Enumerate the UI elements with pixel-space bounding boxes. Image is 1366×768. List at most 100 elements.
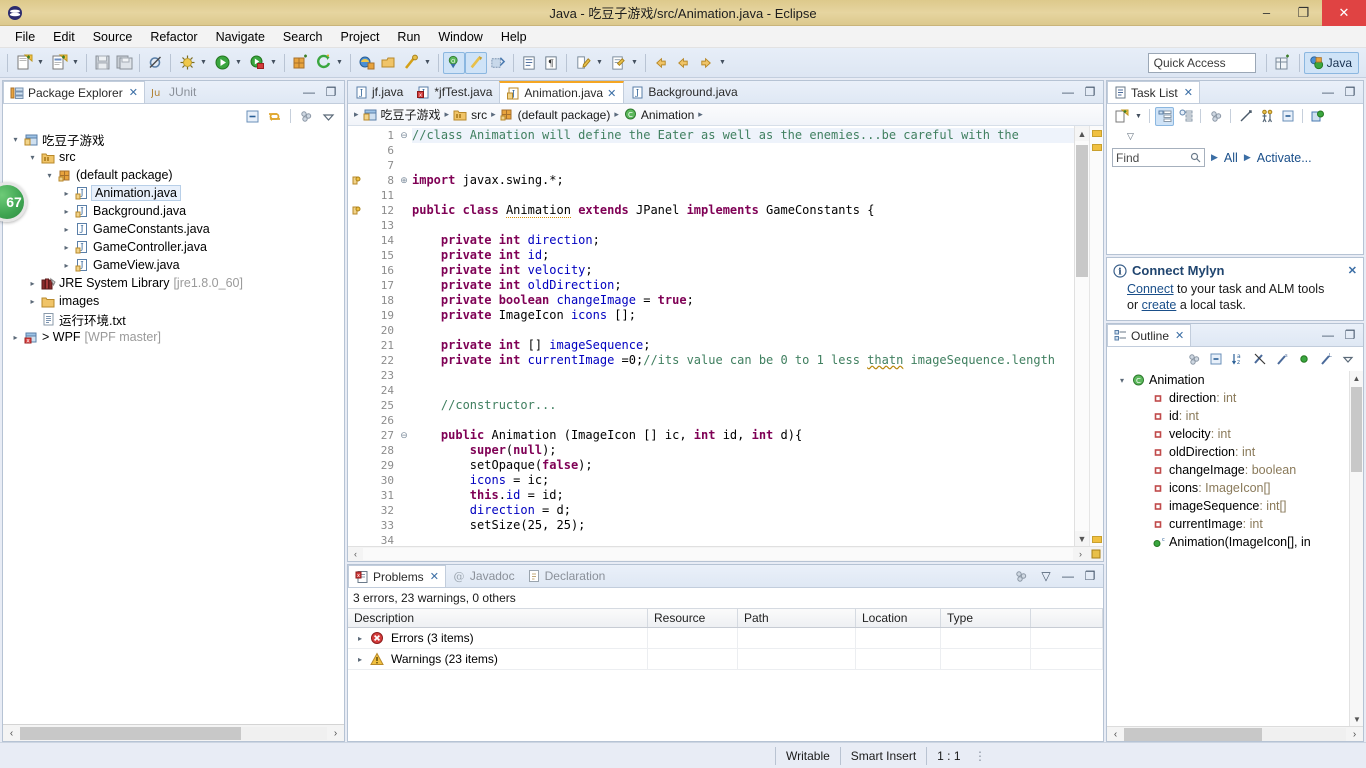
link-with-editor-icon[interactable]	[265, 107, 284, 126]
code-line[interactable]: private int oldDirection;	[412, 278, 1074, 293]
search-icon[interactable]	[1190, 152, 1201, 163]
tree-item-backgroundjava[interactable]: ▸ J Background.java	[3, 202, 344, 220]
tab-package-explorer[interactable]: Package Explorer ✕	[3, 81, 145, 103]
outline-item-animation[interactable]: ▾ C Animation	[1107, 371, 1363, 389]
editor-breadcrumb[interactable]: ▸ 吃豆子游戏 ▸ src ▸ (default package) ▸ C Animation ▸	[348, 104, 1103, 126]
new-task-icon[interactable]	[1112, 107, 1131, 126]
code-line[interactable]: import javax.swing.*;	[412, 173, 1074, 188]
outline-item-animationimageiconin[interactable]: c Animation(ImageIcon[], in	[1107, 533, 1363, 551]
task-activate-link[interactable]: Activate...	[1257, 151, 1312, 165]
external-tools-icon[interactable]	[312, 52, 334, 74]
expand-arrow-icon[interactable]: ▸	[60, 189, 73, 198]
fold-toggle-icon[interactable]	[398, 233, 410, 248]
editor-tab-animationjava[interactable]: J Animation.java ✕	[499, 81, 625, 103]
scroll-up-icon[interactable]: ▲	[1075, 126, 1089, 141]
scroll-down-icon[interactable]: ▼	[1075, 531, 1089, 546]
new-task-dropdown-icon[interactable]: ▼	[1133, 106, 1144, 126]
tree-item-gameconstantsjava[interactable]: ▸ J GameConstants.java	[3, 220, 344, 238]
forward-history-icon[interactable]	[672, 52, 694, 74]
fold-toggle-icon[interactable]	[398, 368, 410, 383]
fold-toggle-icon[interactable]	[398, 248, 410, 263]
focus-icon[interactable]	[1184, 350, 1203, 369]
view-menu-icon[interactable]	[1012, 567, 1031, 586]
code-editor[interactable]: 1 6 7 8 11 12 13 14 15 16 17 18 19 20 21 22 23 24 25 26 27 28…	[348, 126, 1103, 547]
expand-arrow-icon[interactable]: ▸	[26, 279, 39, 288]
menu-source[interactable]: Source	[84, 26, 142, 48]
code-line[interactable]: private int id;	[412, 248, 1074, 263]
outline-item-olddirection[interactable]: oldDirection : int	[1107, 443, 1363, 461]
column-header-resource[interactable]: Resource	[648, 609, 738, 627]
task-presentation-icon[interactable]	[1308, 107, 1327, 126]
minimize-editor-icon[interactable]: —	[1061, 85, 1075, 99]
expand-arrow-icon[interactable]: ▸	[354, 655, 366, 664]
mylyn-connect-link[interactable]: Connect	[1127, 282, 1174, 296]
new-wizard-icon[interactable]	[13, 52, 35, 74]
code-line[interactable]	[412, 413, 1074, 428]
breadcrumb-arrow-icon[interactable]: ▸	[352, 109, 361, 120]
fold-toggle-icon[interactable]	[398, 533, 410, 548]
close-icon[interactable]: ✕	[1348, 264, 1357, 277]
tree-item-wpf[interactable]: ▸ x > WPF [WPF master]	[3, 328, 344, 346]
code-line[interactable]: //constructor...	[412, 398, 1074, 413]
view-menu-icon[interactable]	[297, 107, 316, 126]
schedule-icon[interactable]	[1176, 107, 1195, 126]
scroll-track[interactable]	[1075, 141, 1089, 531]
tree-item-defaultpackage[interactable]: ▾ (default package)	[3, 166, 344, 184]
external-tools-dropdown-icon[interactable]: ▼	[334, 53, 345, 73]
minimize-button[interactable]: –	[1248, 0, 1285, 26]
outline-item-icons[interactable]: icons : ImageIcon[]	[1107, 479, 1363, 497]
scroll-right-icon[interactable]: ›	[1073, 549, 1088, 559]
overview-warning-marker[interactable]	[1092, 144, 1102, 151]
menu-search[interactable]: Search	[274, 26, 332, 48]
column-header-location[interactable]: Location	[856, 609, 941, 627]
code-line[interactable]: private int velocity;	[412, 263, 1074, 278]
fold-toggle-icon[interactable]	[398, 308, 410, 323]
menu-run[interactable]: Run	[388, 26, 429, 48]
fold-toggle-icon[interactable]	[398, 278, 410, 293]
tree-item-src[interactable]: ▾ src	[3, 148, 344, 166]
filter-tasks-icon[interactable]	[1257, 107, 1276, 126]
scroll-up-icon[interactable]: ▲	[1350, 371, 1363, 385]
mylyn-create-link[interactable]: create	[1142, 298, 1177, 312]
problems-tab-problems[interactable]: x Problems ✕	[348, 565, 446, 587]
close-button[interactable]: ✕	[1322, 0, 1366, 26]
tree-item-images[interactable]: ▸ images	[3, 292, 344, 310]
quick-access-input[interactable]: Quick Access	[1147, 52, 1256, 73]
fold-toggle-icon[interactable]	[398, 293, 410, 308]
open-perspective-icon[interactable]	[1271, 52, 1295, 74]
fold-toggle-icon[interactable]	[398, 353, 410, 368]
search-dropdown-icon[interactable]: ▼	[422, 53, 433, 73]
restore-last-selection-icon[interactable]	[487, 52, 509, 74]
minimize-view-icon[interactable]: —	[1321, 328, 1335, 342]
coverage-dropdown-icon[interactable]: ▼	[268, 53, 279, 73]
outline-vscrollbar[interactable]: ▲ ▼	[1349, 371, 1363, 726]
expand-arrow-icon[interactable]: ▸	[60, 225, 73, 234]
fold-toggle-icon[interactable]: ⊕	[398, 173, 410, 188]
scroll-track[interactable]	[20, 726, 327, 740]
problems-tab-declaration[interactable]: Declaration	[521, 565, 612, 587]
fold-toggle-icon[interactable]	[398, 518, 410, 533]
problems-tab-javadoc[interactable]: @ Javadoc	[446, 565, 521, 587]
menu-window[interactable]: Window	[429, 26, 491, 48]
tree-item-gameviewjava[interactable]: ▸ J GameView.java	[3, 256, 344, 274]
focus-icon[interactable]	[1236, 107, 1255, 126]
outline-item-imagesequence[interactable]: imageSequence : int[]	[1107, 497, 1363, 515]
scroll-track[interactable]	[363, 548, 1073, 560]
run-dropdown-icon[interactable]: ▼	[233, 53, 244, 73]
collapse-all-icon[interactable]	[1206, 350, 1225, 369]
toggle-editor-breadcrumb-icon[interactable]	[465, 51, 487, 74]
scroll-left-icon[interactable]: ‹	[348, 549, 363, 559]
fold-toggle-icon[interactable]	[398, 158, 410, 173]
menu-navigate[interactable]: Navigate	[207, 26, 274, 48]
gutter-warning-marker[interactable]	[348, 173, 364, 188]
sort-icon[interactable]: az	[1228, 350, 1247, 369]
code-line[interactable]	[412, 383, 1074, 398]
editor-fold-column[interactable]: ⊖ ⊕ ⊖	[398, 126, 410, 546]
fold-toggle-icon[interactable]: ⊖	[398, 128, 410, 143]
scroll-left-icon[interactable]: ‹	[3, 726, 20, 741]
synchronize-icon[interactable]	[1206, 107, 1225, 126]
fold-toggle-icon[interactable]	[398, 443, 410, 458]
code-line[interactable]	[412, 368, 1074, 383]
code-line[interactable]: setSize(25, 25);	[412, 518, 1074, 533]
code-line[interactable]: private int [] imageSequence;	[412, 338, 1074, 353]
